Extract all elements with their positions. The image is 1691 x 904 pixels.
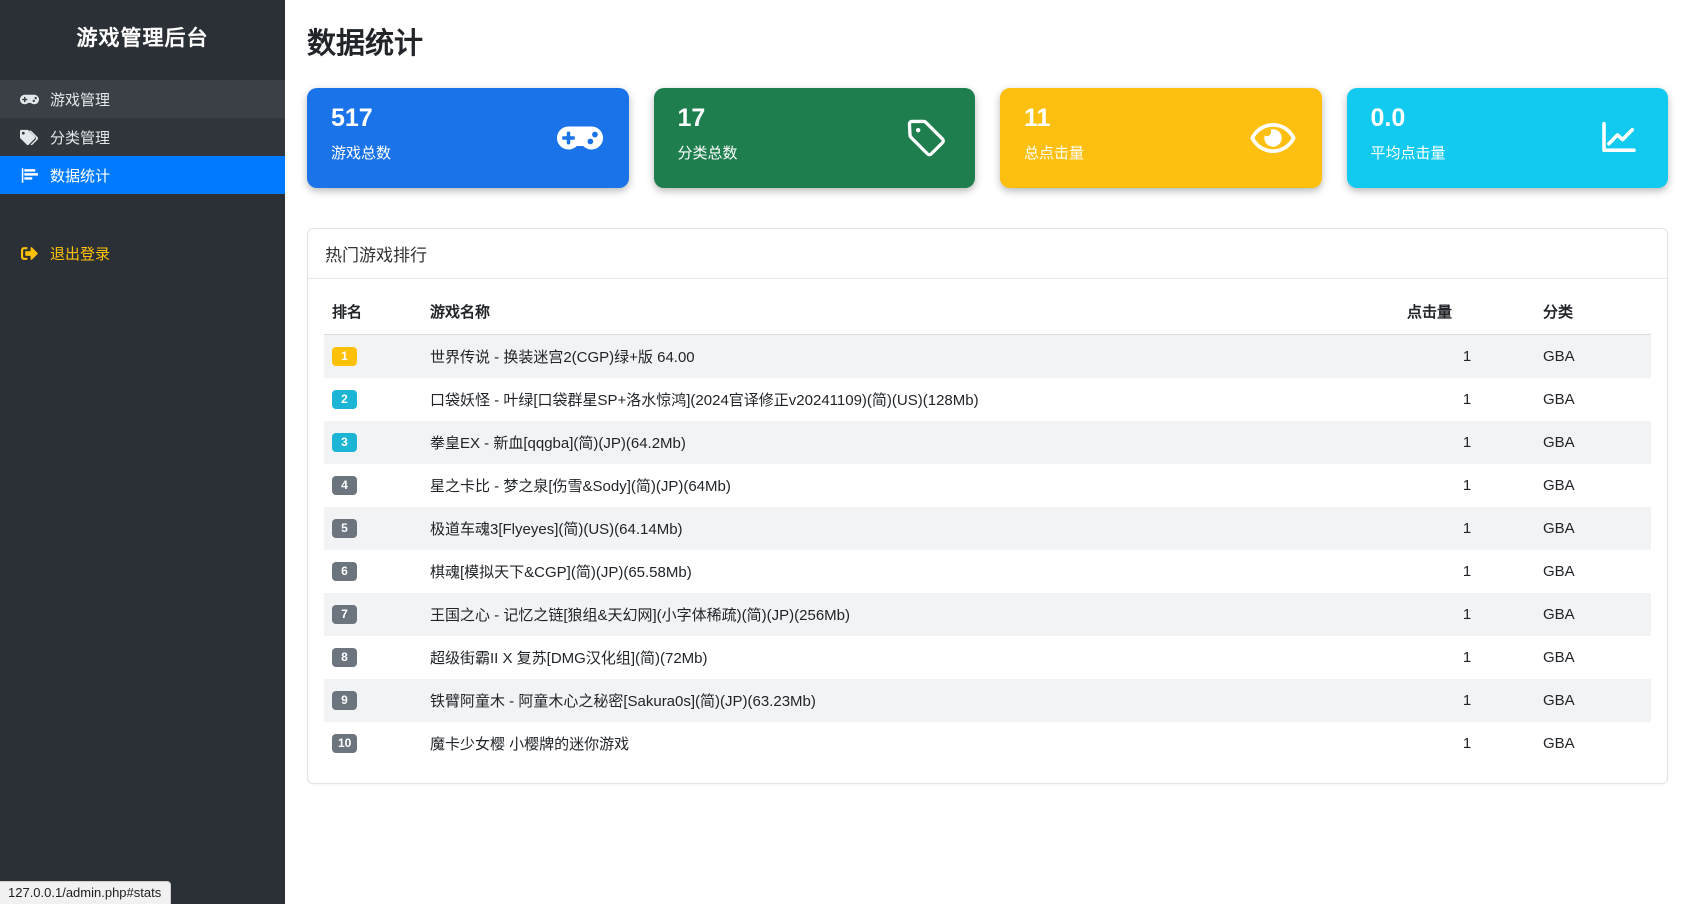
rank-badge: 2 — [332, 390, 357, 409]
table-row: 10 魔卡少女樱 小樱牌的迷你游戏 1 GBA — [324, 722, 1651, 765]
bar-chart-icon — [20, 167, 39, 184]
category-cell: GBA — [1535, 464, 1651, 507]
chart-line-icon — [1596, 118, 1642, 158]
game-name-cell: 超级街霸II X 复苏[DMG汉化组](简)(72Mb) — [422, 636, 1399, 679]
game-name-cell: 魔卡少女樱 小樱牌的迷你游戏 — [422, 722, 1399, 765]
sidebar-item-label: 退出登录 — [50, 243, 110, 264]
table-row: 1 世界传说 - 换装迷宫2(CGP)绿+版 64.00 1 GBA — [324, 335, 1651, 379]
rank-badge: 1 — [332, 347, 357, 366]
rank-badge: 7 — [332, 605, 357, 624]
table-row: 6 棋魂[模拟天下&CGP](简)(JP)(65.58Mb) 1 GBA — [324, 550, 1651, 593]
table-header-row: 排名 游戏名称 点击量 分类 — [324, 285, 1651, 335]
stat-card-total-categories: 17 分类总数 — [654, 88, 976, 188]
panel-title: 热门游戏排行 — [308, 229, 1667, 279]
clicks-cell: 1 — [1399, 378, 1535, 421]
clicks-cell: 1 — [1399, 722, 1535, 765]
game-name-cell: 口袋妖怪 - 叶绿[口袋群星SP+洛水惊鸿](2024官译修正v20241109… — [422, 378, 1399, 421]
sidebar-item-label: 数据统计 — [50, 165, 110, 186]
table-row: 5 极道车魂3[Flyeyes](简)(US)(64.14Mb) 1 GBA — [324, 507, 1651, 550]
category-cell: GBA — [1535, 550, 1651, 593]
category-cell: GBA — [1535, 722, 1651, 765]
main-content: 数据统计 517 游戏总数 17 分类总数 11 总点击量 0.0 平均点击量 … — [285, 0, 1691, 784]
game-name-cell: 王国之心 - 记忆之链[狼组&天幻网](小字体稀疏)(简)(JP)(256Mb) — [422, 593, 1399, 636]
gamepad-icon — [557, 118, 603, 158]
rank-badge: 8 — [332, 648, 357, 667]
game-name-cell: 拳皇EX - 新血[qqgba](简)(JP)(64.2Mb) — [422, 421, 1399, 464]
sidebar-item-games[interactable]: 游戏管理 — [0, 80, 285, 118]
table-row: 2 口袋妖怪 - 叶绿[口袋群星SP+洛水惊鸿](2024官译修正v202411… — [324, 378, 1651, 421]
category-cell: GBA — [1535, 593, 1651, 636]
link-preview-tooltip: 127.0.0.1/admin.php#stats — [0, 881, 171, 904]
category-cell: GBA — [1535, 378, 1651, 421]
panel-body: 排名 游戏名称 点击量 分类 1 世界传说 - 换装迷宫2(CGP)绿+版 64… — [308, 279, 1667, 783]
clicks-cell: 1 — [1399, 550, 1535, 593]
column-header-rank: 排名 — [324, 285, 422, 335]
ranking-table: 排名 游戏名称 点击量 分类 1 世界传说 - 换装迷宫2(CGP)绿+版 64… — [324, 285, 1651, 765]
game-name-cell: 极道车魂3[Flyeyes](简)(US)(64.14Mb) — [422, 507, 1399, 550]
clicks-cell: 1 — [1399, 421, 1535, 464]
category-cell: GBA — [1535, 636, 1651, 679]
stat-card-total-clicks: 11 总点击量 — [1000, 88, 1322, 188]
column-header-category: 分类 — [1535, 285, 1651, 335]
rank-badge: 3 — [332, 433, 357, 452]
clicks-cell: 1 — [1399, 335, 1535, 379]
page-title: 数据统计 — [307, 20, 1668, 62]
clicks-cell: 1 — [1399, 593, 1535, 636]
rank-badge: 4 — [332, 476, 357, 495]
clicks-cell: 1 — [1399, 679, 1535, 722]
stat-cards-row: 517 游戏总数 17 分类总数 11 总点击量 0.0 平均点击量 — [307, 88, 1668, 188]
rank-badge: 9 — [332, 691, 357, 710]
sign-out-icon — [20, 245, 39, 262]
game-name-cell: 铁臂阿童木 - 阿童木心之秘密[Sakura0s](简)(JP)(63.23Mb… — [422, 679, 1399, 722]
table-row: 3 拳皇EX - 新血[qqgba](简)(JP)(64.2Mb) 1 GBA — [324, 421, 1651, 464]
sidebar-item-categories[interactable]: 分类管理 — [0, 118, 285, 156]
clicks-cell: 1 — [1399, 464, 1535, 507]
sidebar-item-logout[interactable]: 退出登录 — [0, 234, 285, 272]
sidebar: 游戏管理后台 游戏管理 分类管理 数据统计 退出登录 — [0, 0, 285, 904]
tags-icon — [20, 129, 39, 146]
column-header-clicks: 点击量 — [1399, 285, 1535, 335]
game-name-cell: 星之卡比 - 梦之泉[伤雪&Sody](简)(JP)(64Mb) — [422, 464, 1399, 507]
gamepad-icon — [20, 91, 39, 108]
hot-games-panel: 热门游戏排行 排名 游戏名称 点击量 分类 1 世界传说 - 换装迷宫2(CGP… — [307, 228, 1668, 784]
category-cell: GBA — [1535, 421, 1651, 464]
table-row: 7 王国之心 - 记忆之链[狼组&天幻网](小字体稀疏)(简)(JP)(256M… — [324, 593, 1651, 636]
rank-badge: 5 — [332, 519, 357, 538]
tag-icon — [903, 118, 949, 158]
category-cell: GBA — [1535, 335, 1651, 379]
category-cell: GBA — [1535, 679, 1651, 722]
game-name-cell: 棋魂[模拟天下&CGP](简)(JP)(65.58Mb) — [422, 550, 1399, 593]
table-row: 8 超级街霸II X 复苏[DMG汉化组](简)(72Mb) 1 GBA — [324, 636, 1651, 679]
clicks-cell: 1 — [1399, 636, 1535, 679]
clicks-cell: 1 — [1399, 507, 1535, 550]
table-row: 9 铁臂阿童木 - 阿童木心之秘密[Sakura0s](简)(JP)(63.23… — [324, 679, 1651, 722]
sidebar-item-label: 分类管理 — [50, 127, 110, 148]
sidebar-item-stats[interactable]: 数据统计 — [0, 156, 285, 194]
rank-badge: 6 — [332, 562, 357, 581]
stat-card-total-games: 517 游戏总数 — [307, 88, 629, 188]
eye-icon — [1250, 118, 1296, 158]
category-cell: GBA — [1535, 507, 1651, 550]
column-header-name: 游戏名称 — [422, 285, 1399, 335]
rank-badge: 10 — [332, 734, 357, 753]
game-name-cell: 世界传说 - 换装迷宫2(CGP)绿+版 64.00 — [422, 335, 1399, 379]
stat-card-avg-clicks: 0.0 平均点击量 — [1347, 88, 1669, 188]
app-title: 游戏管理后台 — [0, 0, 285, 80]
sidebar-item-label: 游戏管理 — [50, 89, 110, 110]
table-row: 4 星之卡比 - 梦之泉[伤雪&Sody](简)(JP)(64Mb) 1 GBA — [324, 464, 1651, 507]
